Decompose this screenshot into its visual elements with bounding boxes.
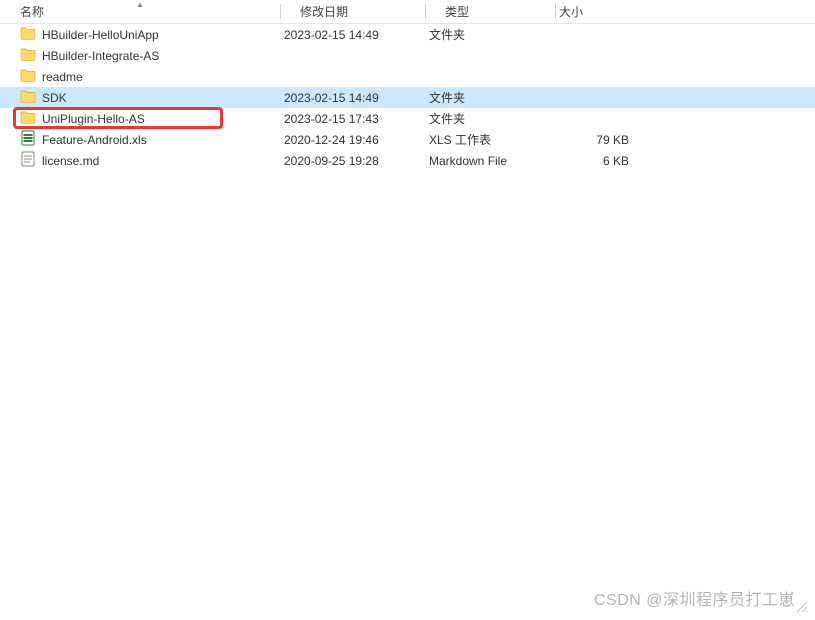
- resize-grip-icon: [795, 600, 809, 614]
- table-row[interactable]: Feature-Android.xls 2020-12-24 19:46XLS 工…: [0, 129, 815, 150]
- column-divider: [425, 4, 426, 19]
- folder-icon: [20, 67, 36, 86]
- file-name-label: readme: [42, 70, 83, 84]
- column-header-row: ▲ 名称 修改日期 类型 大小: [0, 0, 815, 24]
- table-row[interactable]: readme: [0, 66, 815, 87]
- sort-ascending-icon: ▲: [136, 0, 144, 9]
- file-size-cell: [555, 24, 645, 45]
- column-header-type[interactable]: 类型: [425, 0, 555, 23]
- file-name-cell[interactable]: license.md: [0, 150, 280, 171]
- file-type-cell: 文件夹: [425, 108, 555, 129]
- file-name-cell[interactable]: readme: [0, 66, 280, 87]
- file-date-cell: 2023-02-15 17:43: [280, 108, 425, 129]
- column-header-date[interactable]: 修改日期: [280, 0, 425, 23]
- file-date-cell: 2023-02-15 14:49: [280, 87, 425, 108]
- table-row[interactable]: HBuilder-Integrate-AS: [0, 45, 815, 66]
- file-date-cell: 2023-02-15 14:49: [280, 24, 425, 45]
- md-icon: [20, 151, 36, 170]
- file-size-cell: [555, 108, 645, 129]
- file-name-cell[interactable]: UniPlugin-Hello-AS: [0, 108, 280, 129]
- column-header-size-label: 大小: [559, 3, 583, 20]
- column-header-size[interactable]: 大小: [555, 0, 645, 23]
- rows-container: HBuilder-HelloUniApp2023-02-15 14:49文件夹H…: [0, 24, 815, 171]
- file-size-cell: 79 KB: [555, 129, 645, 150]
- file-name-cell[interactable]: SDK: [0, 87, 280, 108]
- file-type-cell: 文件夹: [425, 87, 555, 108]
- file-name-label: SDK: [42, 91, 67, 105]
- file-type-cell: 文件夹: [425, 24, 555, 45]
- file-name-label: HBuilder-Integrate-AS: [42, 49, 159, 63]
- table-row[interactable]: SDK 2023-02-15 14:49文件夹: [0, 87, 815, 108]
- file-type-cell: [425, 45, 555, 66]
- table-row[interactable]: license.md 2020-09-25 19:28Markdown File6…: [0, 150, 815, 171]
- column-header-name-label: 名称: [20, 3, 44, 20]
- table-row[interactable]: HBuilder-HelloUniApp 2023-02-15 14:49文件夹: [0, 24, 815, 45]
- folder-icon: [20, 109, 36, 128]
- file-date-cell: [280, 45, 425, 66]
- column-divider: [280, 4, 281, 19]
- file-size-cell: [555, 45, 645, 66]
- column-header-name[interactable]: ▲ 名称: [0, 0, 280, 23]
- file-size-cell: [555, 87, 645, 108]
- file-type-cell: XLS 工作表: [425, 129, 555, 150]
- file-type-cell: [425, 66, 555, 87]
- folder-icon: [20, 46, 36, 65]
- file-name-label: UniPlugin-Hello-AS: [42, 112, 145, 126]
- xls-icon: [20, 130, 36, 149]
- file-size-cell: 6 KB: [555, 150, 645, 171]
- file-size-cell: [555, 66, 645, 87]
- file-date-cell: [280, 66, 425, 87]
- folder-icon: [20, 25, 36, 44]
- file-date-cell: 2020-12-24 19:46: [280, 129, 425, 150]
- watermark-text: CSDN @深圳程序员打工崽: [594, 586, 795, 610]
- column-header-date-label: 修改日期: [300, 3, 348, 20]
- column-divider: [555, 4, 556, 19]
- file-name-cell[interactable]: HBuilder-HelloUniApp: [0, 24, 280, 45]
- file-list: ▲ 名称 修改日期 类型 大小 HBuilder-HelloUniApp 2023…: [0, 0, 815, 171]
- file-name-cell[interactable]: Feature-Android.xls: [0, 129, 280, 150]
- file-name-label: license.md: [42, 154, 99, 168]
- table-row[interactable]: UniPlugin-Hello-AS 2023-02-15 17:43文件夹: [0, 108, 815, 129]
- folder-icon: [20, 88, 36, 107]
- file-type-cell: Markdown File: [425, 150, 555, 171]
- file-name-cell[interactable]: HBuilder-Integrate-AS: [0, 45, 280, 66]
- file-name-label: Feature-Android.xls: [42, 133, 147, 147]
- file-date-cell: 2020-09-25 19:28: [280, 150, 425, 171]
- file-name-label: HBuilder-HelloUniApp: [42, 28, 159, 42]
- column-header-type-label: 类型: [445, 3, 469, 20]
